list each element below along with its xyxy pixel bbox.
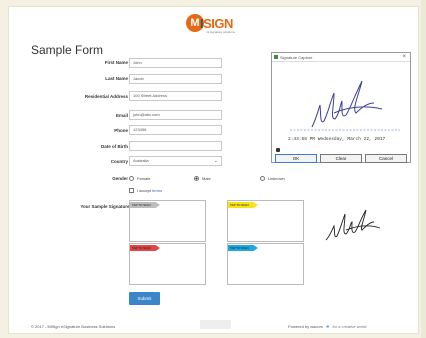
signature-pad-2[interactable]: TAP TO SIGN	[227, 200, 304, 242]
gender-female-radio[interactable]: Female	[129, 176, 151, 182]
signatures-label: Your Sample Signatures	[80, 204, 132, 209]
last-name-input[interactable]: Jacob	[129, 74, 222, 84]
misign-logo: M ISIGN mi signature solutions	[186, 14, 244, 36]
last-name-label: Last Name	[105, 76, 128, 81]
dialog-cancel-button[interactable]: Cancel	[365, 154, 407, 163]
checkbox-icon[interactable]	[129, 188, 134, 194]
signature-pad-1[interactable]: TAP TO SIGN	[129, 200, 206, 242]
first-name-label: First Name	[104, 60, 128, 65]
dob-label: Date of Birth	[101, 144, 128, 149]
captured-signature-image	[325, 209, 381, 241]
tap-to-sign-tag: TAP TO SIGN	[130, 245, 160, 251]
dialog-titlebar[interactable]: Signature Capture ×	[272, 53, 410, 62]
submit-button[interactable]: Submit	[129, 292, 160, 305]
phone-input[interactable]: 123456	[129, 125, 222, 135]
wacom-logo-icon: ✺	[326, 324, 330, 329]
signature-baseline	[290, 129, 400, 131]
address-label: Residential Address	[84, 94, 128, 99]
dialog-clear-button[interactable]: Clear	[320, 154, 362, 163]
tap-to-sign-tag: TAP TO SIGN	[228, 202, 258, 208]
dob-input[interactable]	[129, 141, 222, 151]
window-scrollbar[interactable]	[421, 0, 426, 338]
tap-to-sign-tag: TAP TO SIGN	[228, 245, 258, 251]
country-select[interactable]: Australia ⌄	[129, 156, 222, 166]
radio-icon	[260, 176, 265, 182]
radio-icon	[129, 176, 134, 182]
address-input[interactable]: 100 Street Address	[129, 91, 222, 101]
gender-label: Gender	[112, 176, 128, 181]
phone-label: Phone	[114, 128, 128, 133]
email-input[interactable]: john@abc.com	[129, 110, 222, 120]
footer-powered: Powered by wacom ✺ for a creative world	[288, 324, 366, 329]
gender-female-label: Female	[137, 176, 151, 181]
gender-unknown-radio[interactable]: Unknown	[260, 176, 285, 182]
capture-timestamp: 2:43:58 PM Wednesday, March 22, 2017	[288, 137, 386, 142]
gender-male-radio[interactable]: Male	[194, 176, 211, 182]
dialog-signature-stroke	[311, 80, 383, 128]
footer-placeholder	[200, 320, 231, 329]
form-title: Sample Form	[31, 43, 104, 57]
first-name-input[interactable]: John	[129, 58, 222, 68]
logo-tagline: mi signature solutions	[206, 30, 236, 34]
terms-prefix: I accept	[137, 188, 152, 193]
wacom-slogan: for a creative world	[332, 324, 367, 329]
signature-pad-4[interactable]: TAP TO SIGN	[227, 243, 304, 285]
dialog-ok-button[interactable]: OK	[275, 154, 317, 163]
terms-checkbox-row[interactable]: I accept terms	[129, 188, 162, 194]
app-icon	[274, 55, 278, 59]
gender-unknown-label: Unknown	[268, 176, 285, 181]
lock-icon	[276, 148, 280, 152]
footer-copyright: © 2017 - MiSign eSignature Business Solu…	[31, 324, 116, 329]
country-value: Australia	[133, 158, 149, 163]
close-icon[interactable]: ×	[402, 53, 406, 62]
powered-by-text: Powered by wacom	[288, 324, 323, 329]
dialog-title: Signature Capture	[280, 55, 313, 60]
signature-capture-dialog: Signature Capture × 2:43:58 PM Wednesday…	[271, 52, 411, 163]
radio-selected-icon	[194, 176, 199, 182]
signature-pad-3[interactable]: TAP TO SIGN	[129, 243, 206, 285]
logo-text-sign: SIGN	[203, 16, 233, 31]
tap-to-sign-tag: TAP TO SIGN	[130, 202, 160, 208]
terms-link[interactable]: terms	[152, 188, 162, 193]
country-label: Country	[110, 159, 128, 164]
chevron-down-icon: ⌄	[213, 158, 218, 164]
gender-male-label: Male	[202, 176, 211, 181]
logo-text: ISIGN	[200, 16, 233, 31]
email-label: Email	[115, 113, 128, 118]
